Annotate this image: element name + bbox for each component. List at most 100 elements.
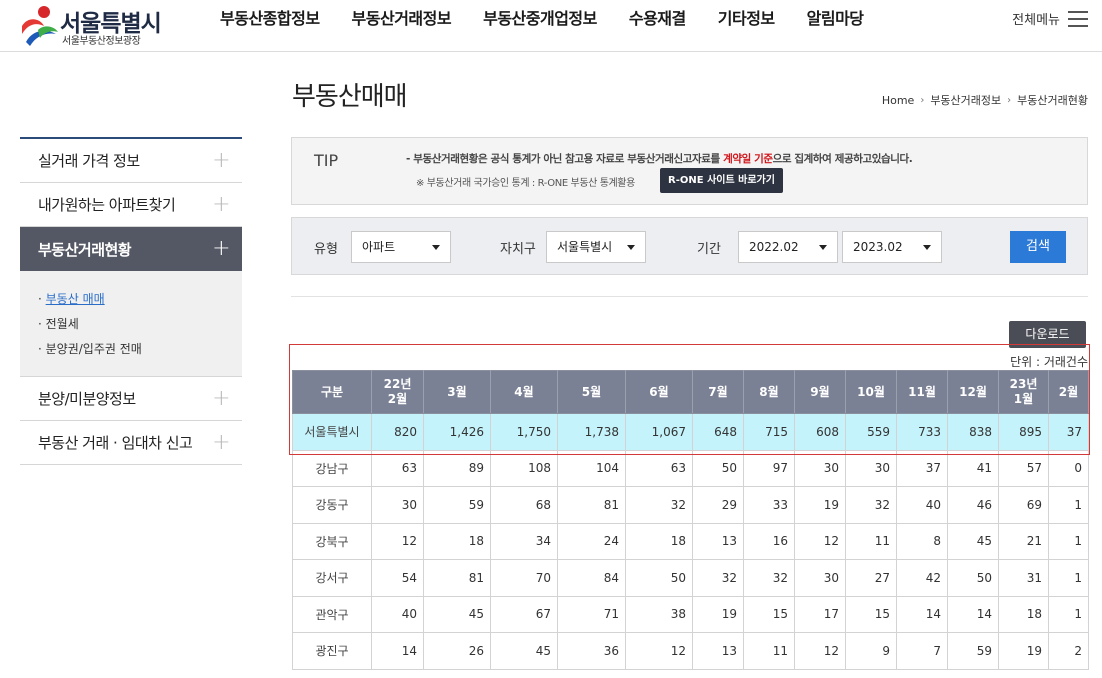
table-cell-count: 70 bbox=[490, 559, 558, 597]
table-cell-count: 84 bbox=[557, 559, 626, 597]
caret-down-icon bbox=[923, 245, 931, 250]
table-cell-count: 104 bbox=[557, 449, 626, 487]
table-cell-count: 59 bbox=[947, 632, 999, 670]
caret-down-icon bbox=[627, 245, 635, 250]
table-cell-count: 40 bbox=[371, 595, 424, 633]
table-cell-count: 59 bbox=[423, 486, 491, 524]
sidebar-item-price-info[interactable]: 실거래 가격 정보 + bbox=[20, 139, 242, 183]
download-button[interactable]: 다운로드 bbox=[1009, 321, 1086, 348]
row-district-name: 강동구 bbox=[292, 486, 372, 524]
seoul-logo-icon bbox=[22, 6, 58, 46]
nav-item-expropriation[interactable]: 수용재결 bbox=[613, 0, 702, 38]
table-cell-count: 1,426 bbox=[423, 413, 491, 451]
plus-icon: + bbox=[212, 385, 230, 411]
row-district-name: 서울특별시 bbox=[292, 413, 372, 451]
transaction-table: 구분 22년 2월 3월 4월 5월 6월 7월 8월 9월 10월 11월 12월 23년 1월 2월 서울… bbox=[292, 370, 1089, 670]
table-cell-count: 50 bbox=[947, 559, 999, 597]
column-header-month: 7월 bbox=[692, 370, 744, 414]
main-nav: 부동산종합정보 부동산거래정보 부동산중개업정보 수용재결 기타정보 알림마당 bbox=[204, 0, 880, 52]
table-cell-count: 30 bbox=[371, 486, 424, 524]
table-row: 광진구 14 26 45 36 12 13 11 12 9 7 59 19 2 bbox=[292, 632, 1089, 670]
row-district-name: 광진구 bbox=[292, 632, 372, 670]
table-cell-count: 12 bbox=[794, 632, 846, 670]
table-cell-count: 17 bbox=[794, 595, 846, 633]
table-body: 서울특별시 820 1,426 1,750 1,738 1,067 648 715 608 559… bbox=[292, 413, 1089, 670]
table-cell-count: 32 bbox=[692, 559, 744, 597]
submenu-item-rent[interactable]: · 전월세 bbox=[38, 312, 242, 337]
table-cell-count: 11 bbox=[845, 522, 897, 560]
table-row: 관악구 40 45 67 71 38 19 15 17 15 14 14 18 1 bbox=[292, 595, 1089, 633]
column-header-category: 구분 bbox=[292, 370, 372, 414]
submenu-item-presale-rights[interactable]: · 분양권/입주권 전매 bbox=[38, 337, 242, 362]
plus-icon: + bbox=[212, 429, 230, 455]
table-cell-count: 12 bbox=[371, 522, 424, 560]
table-cell-count: 32 bbox=[845, 486, 897, 524]
caret-down-icon bbox=[819, 245, 827, 250]
submenu-label: 분양권/입주권 전매 bbox=[45, 342, 142, 356]
table-cell-count: 1,067 bbox=[625, 413, 693, 451]
period-from-select[interactable]: 2022.02 bbox=[738, 231, 838, 263]
table-cell-count: 15 bbox=[845, 595, 897, 633]
period-label: 기간 bbox=[697, 242, 721, 257]
sidebar-item-transaction-status[interactable]: 부동산거래현황 + bbox=[20, 227, 242, 271]
table-cell-count: 16 bbox=[743, 522, 795, 560]
tip-box: TIP - 부동산거래현황은 공식 통계가 아닌 참고용 자료로 부동산거래신고… bbox=[291, 137, 1088, 205]
table-cell-count: 40 bbox=[896, 486, 948, 524]
search-form: 유형 아파트 자치구 서울특별시 기간 2022.02 2023.02 검색 bbox=[291, 217, 1088, 275]
rone-site-button[interactable]: R-ONE 사이트 바로가기 bbox=[660, 168, 783, 193]
type-select[interactable]: 아파트 bbox=[351, 231, 451, 263]
table-cell-count: 733 bbox=[896, 413, 948, 451]
table-cell-count: 67 bbox=[490, 595, 558, 633]
table-cell-count: 57 bbox=[998, 449, 1049, 487]
submenu-item-sale[interactable]: · 부동산 매매 bbox=[38, 287, 242, 312]
sidebar-item-apartment-finder[interactable]: 내가원하는 아파트찾기 + bbox=[20, 183, 242, 227]
sidebar-item-label: 분양/미분양정보 bbox=[38, 390, 136, 408]
nav-item-real-estate-info[interactable]: 부동산종합정보 bbox=[204, 0, 336, 38]
row-district-name: 관악구 bbox=[292, 595, 372, 633]
table-cell-count: 46 bbox=[947, 486, 999, 524]
table-cell-count: 45 bbox=[490, 632, 558, 670]
all-menu-button[interactable]: 전체메뉴 bbox=[1012, 9, 1088, 28]
table-cell-count: 34 bbox=[490, 522, 558, 560]
table-cell-count: 14 bbox=[947, 595, 999, 633]
sidebar-item-report[interactable]: 부동산 거래 · 임대차 신고 + bbox=[20, 421, 242, 465]
sidebar-item-label: 부동산거래현황 bbox=[38, 240, 132, 259]
breadcrumb-home[interactable]: Home bbox=[882, 94, 914, 107]
breadcrumb-transaction-status[interactable]: 부동산거래현황 bbox=[1017, 92, 1088, 108]
column-header-month: 11월 bbox=[896, 370, 948, 414]
table-cell-count: 30 bbox=[794, 449, 846, 487]
table-cell-count: 608 bbox=[794, 413, 846, 451]
table-cell-count: 24 bbox=[557, 522, 626, 560]
nav-item-broker-info[interactable]: 부동산중개업정보 bbox=[467, 0, 613, 38]
period-to-value: 2023.02 bbox=[853, 240, 903, 254]
table-cell-count: 50 bbox=[692, 449, 744, 487]
period-to-select[interactable]: 2023.02 bbox=[842, 231, 942, 263]
table-cell-count: 54 bbox=[371, 559, 424, 597]
sidebar-item-presale-info[interactable]: 분양/미분양정보 + bbox=[20, 377, 242, 421]
table-cell-count: 1 bbox=[1048, 559, 1089, 597]
column-header-month: 8월 bbox=[743, 370, 795, 414]
table-cell-count: 26 bbox=[423, 632, 491, 670]
nav-item-other-info[interactable]: 기타정보 bbox=[702, 0, 791, 38]
table-cell-count: 18 bbox=[625, 522, 693, 560]
tip-label: TIP bbox=[314, 151, 339, 170]
district-select[interactable]: 서울특별시 bbox=[546, 231, 646, 263]
submenu-label: 부동산 매매 bbox=[45, 292, 105, 306]
plus-icon: + bbox=[212, 191, 230, 217]
table-cell-count: 19 bbox=[998, 632, 1049, 670]
seoul-logo[interactable]: 서울특별시 서울부동산정보광장 bbox=[14, 2, 184, 48]
divider bbox=[291, 296, 1088, 297]
sidebar-item-label: 부동산 거래 · 임대차 신고 bbox=[38, 434, 193, 452]
unit-label: 단위 : 거래건수 bbox=[1010, 355, 1088, 369]
table-row: 강남구 63 89 108 104 63 50 97 30 30 37 41 57 0 bbox=[292, 449, 1089, 487]
table-cell-count: 29 bbox=[692, 486, 744, 524]
nav-item-notices[interactable]: 알림마당 bbox=[791, 0, 880, 38]
table-cell-count: 13 bbox=[692, 522, 744, 560]
table-cell-count: 81 bbox=[423, 559, 491, 597]
table-cell-count: 37 bbox=[1048, 413, 1089, 451]
table-cell-count: 1 bbox=[1048, 595, 1089, 633]
breadcrumb-transaction-info[interactable]: 부동산거래정보 bbox=[930, 92, 1001, 108]
tip-text-highlight: 계약일 기준 bbox=[723, 153, 773, 165]
nav-item-transaction-info[interactable]: 부동산거래정보 bbox=[336, 0, 468, 38]
search-button[interactable]: 검색 bbox=[1010, 231, 1066, 263]
